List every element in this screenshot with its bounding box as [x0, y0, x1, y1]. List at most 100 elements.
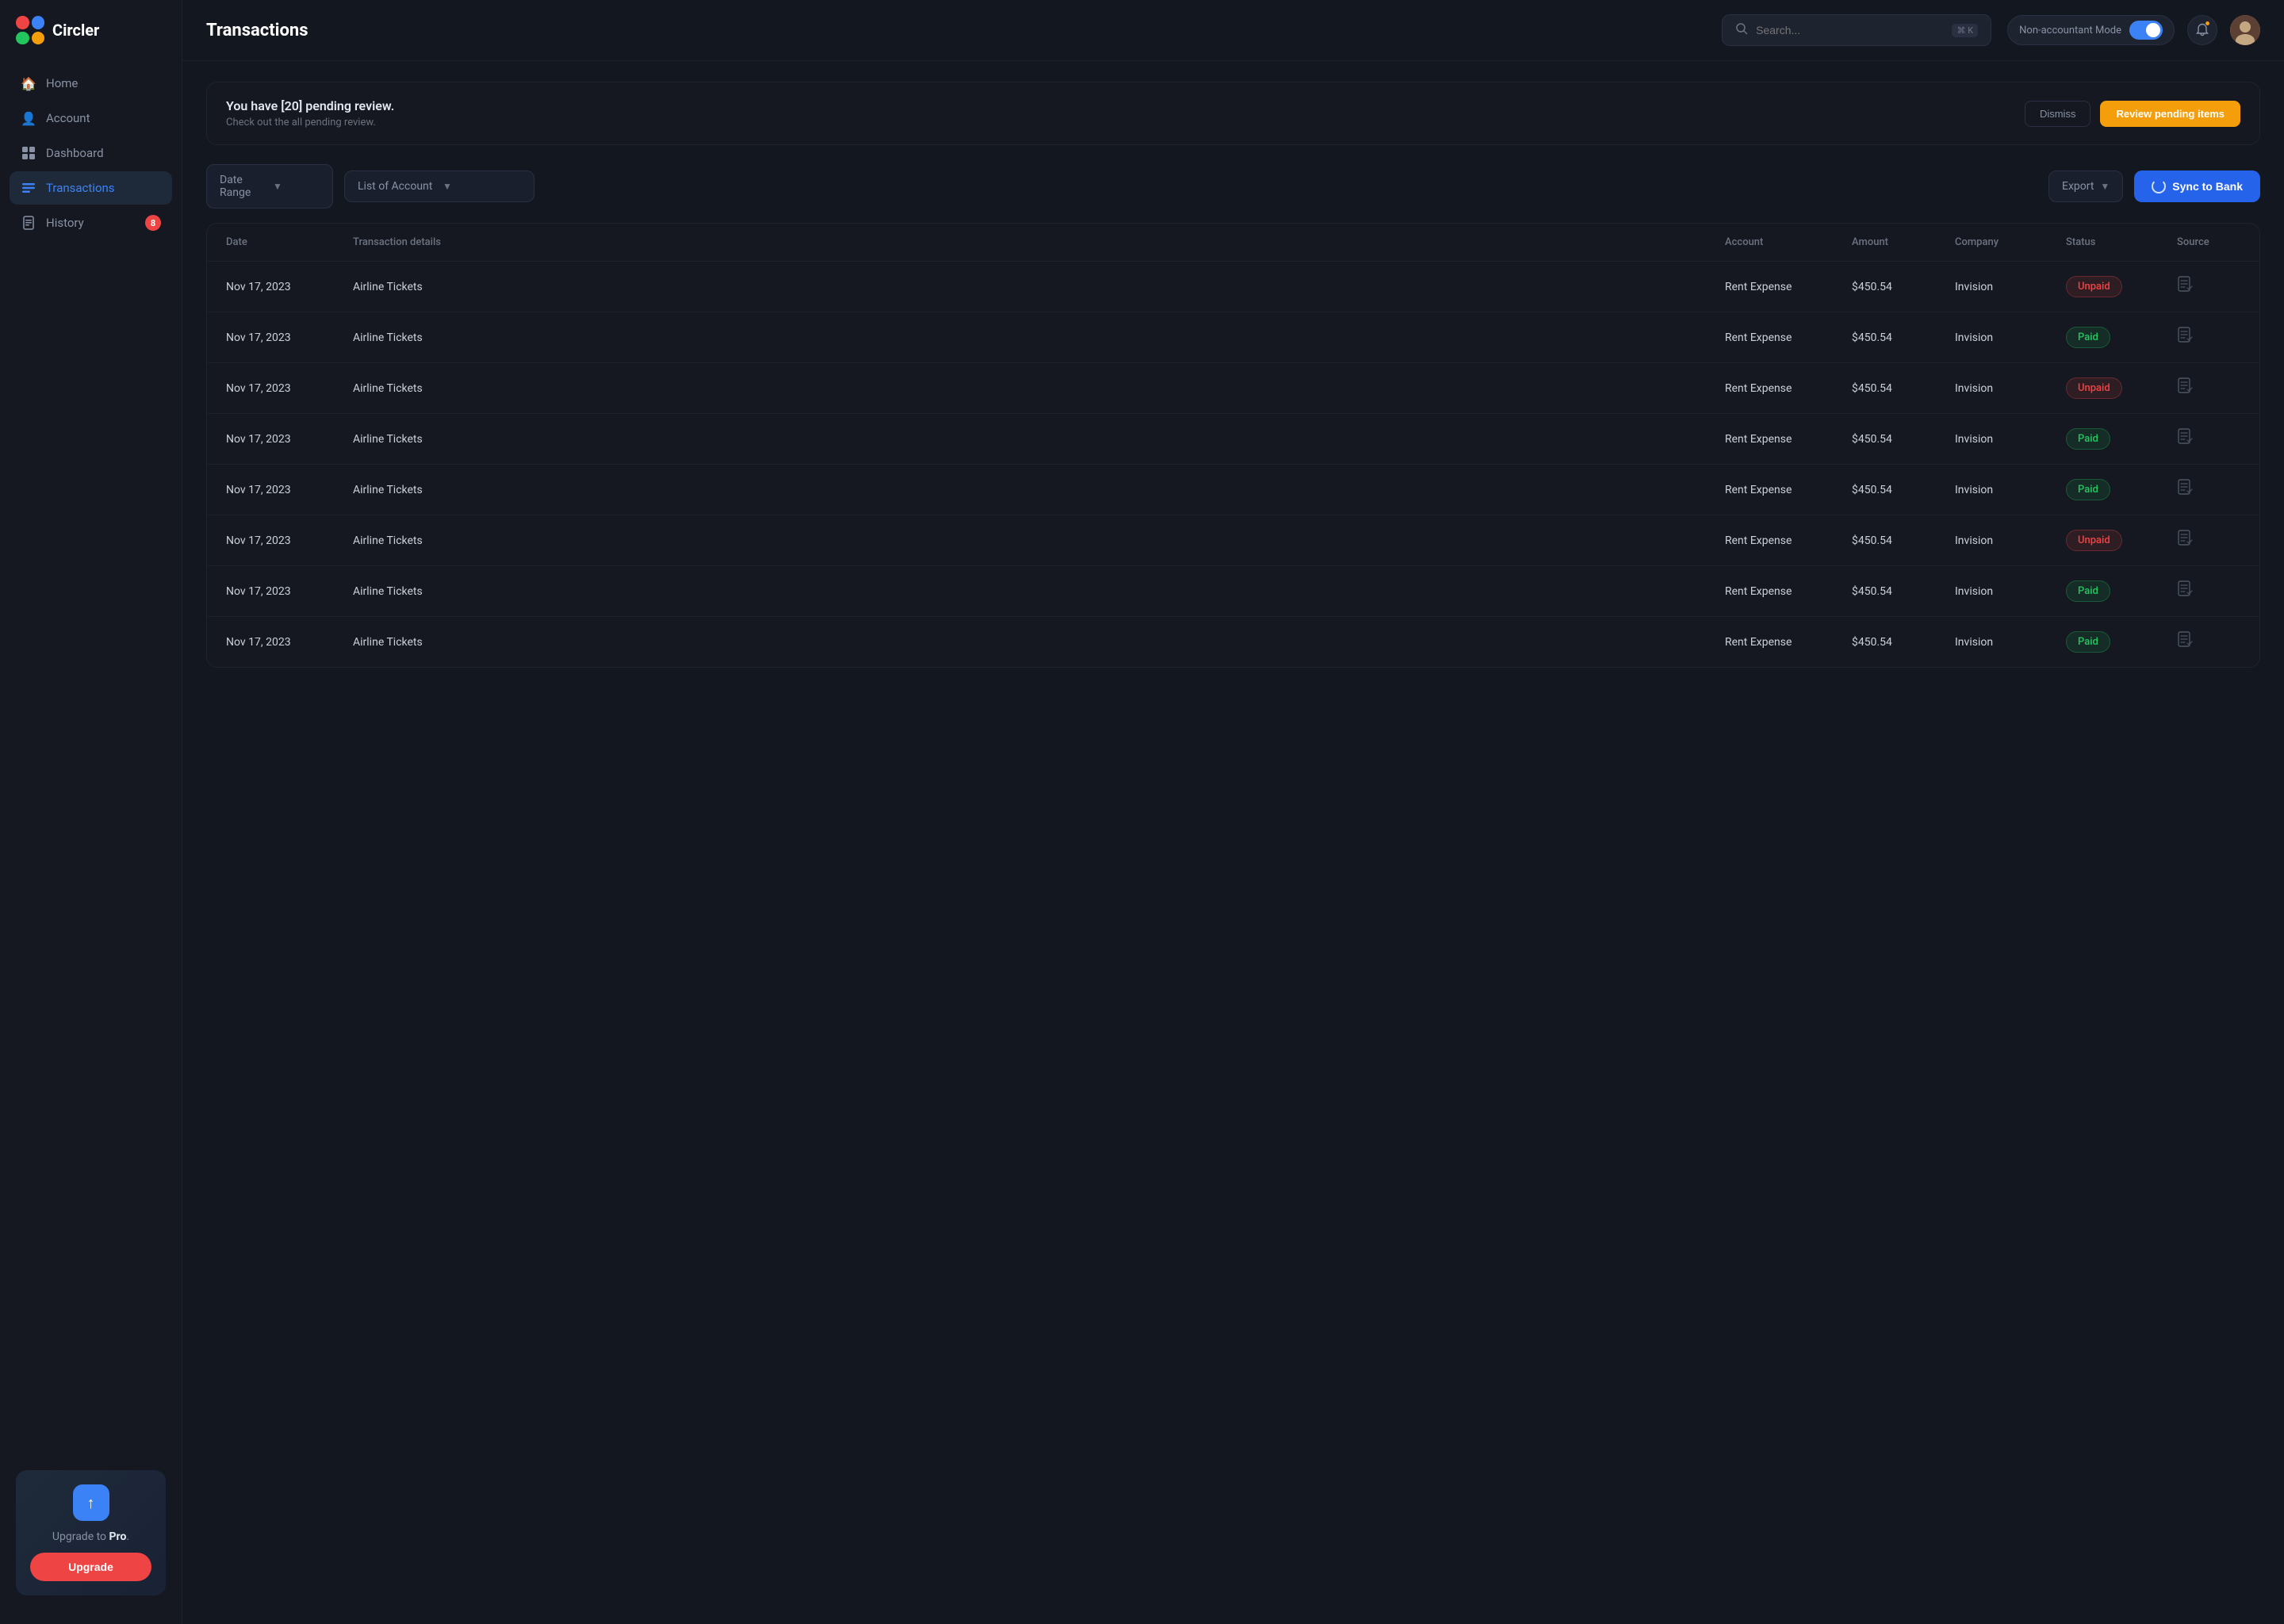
- upgrade-text-bold: Pro: [109, 1530, 127, 1543]
- doc-icon[interactable]: [2177, 276, 2240, 297]
- sidebar-item-transactions[interactable]: Transactions: [10, 171, 172, 205]
- dismiss-button[interactable]: Dismiss: [2025, 101, 2091, 127]
- list-account-filter[interactable]: List of Account ▼: [344, 170, 535, 202]
- cell-account: Rent Expense: [1725, 382, 1852, 395]
- logo: Circler: [0, 16, 182, 67]
- status-text: Paid: [2066, 631, 2110, 653]
- review-button[interactable]: Review pending items: [2100, 101, 2240, 127]
- cell-account: Rent Expense: [1725, 331, 1852, 344]
- cell-company: Invision: [1955, 585, 2066, 598]
- table-row[interactable]: Nov 17, 2023 Airline Tickets Rent Expens…: [207, 312, 2259, 363]
- sidebar-item-label: Transactions: [46, 181, 115, 195]
- status-text: Paid: [2066, 428, 2110, 450]
- cell-details: Airline Tickets: [353, 331, 1725, 344]
- avatar[interactable]: [2230, 15, 2260, 45]
- table-row[interactable]: Nov 17, 2023 Airline Tickets Rent Expens…: [207, 566, 2259, 617]
- cell-amount: $450.54: [1852, 534, 1955, 547]
- col-details: Transaction details: [353, 236, 1725, 248]
- sidebar: Circler 🏠 Home 👤 Account Dashboard: [0, 0, 182, 1624]
- status-text: Unpaid: [2066, 276, 2122, 297]
- sidebar-item-label: Account: [46, 111, 90, 125]
- upgrade-text: Upgrade to Pro.: [52, 1530, 129, 1543]
- cell-account: Rent Expense: [1725, 636, 1852, 649]
- sidebar-item-dashboard[interactable]: Dashboard: [10, 136, 172, 170]
- table-row[interactable]: Nov 17, 2023 Airline Tickets Rent Expens…: [207, 617, 2259, 667]
- toggle-label: Non-accountant Mode: [2019, 25, 2121, 36]
- doc-icon[interactable]: [2177, 428, 2240, 450]
- sync-icon: [2152, 179, 2166, 193]
- pending-title: You have [20] pending review.: [226, 98, 394, 113]
- cell-amount: $450.54: [1852, 636, 1955, 649]
- table-row[interactable]: Nov 17, 2023 Airline Tickets Rent Expens…: [207, 262, 2259, 312]
- table-row[interactable]: Nov 17, 2023 Airline Tickets Rent Expens…: [207, 515, 2259, 566]
- status-text: Unpaid: [2066, 530, 2122, 551]
- cell-date: Nov 17, 2023: [226, 433, 353, 446]
- cell-amount: $450.54: [1852, 382, 1955, 395]
- date-range-chevron: ▼: [273, 181, 320, 192]
- search-icon: [1735, 22, 1748, 38]
- doc-icon[interactable]: [2177, 377, 2240, 399]
- pending-subtitle: Check out the all pending review.: [226, 117, 394, 128]
- history-badge: 8: [145, 215, 161, 231]
- pending-actions: Dismiss Review pending items: [2025, 101, 2240, 127]
- status-text: Unpaid: [2066, 377, 2122, 399]
- doc-icon[interactable]: [2177, 327, 2240, 348]
- filters-row: Date Range ▼ List of Account ▼ Export ▼ …: [206, 164, 2260, 209]
- cell-company: Invision: [1955, 484, 2066, 496]
- upgrade-icon: ↑: [73, 1484, 109, 1521]
- search-input[interactable]: [1756, 24, 1944, 36]
- cell-account: Rent Expense: [1725, 484, 1852, 496]
- dashboard-icon: [21, 145, 36, 161]
- notification-bell[interactable]: [2187, 15, 2217, 45]
- cell-date: Nov 17, 2023: [226, 331, 353, 344]
- dot-green: [16, 32, 29, 45]
- search-bar[interactable]: ⌘ K: [1722, 14, 1991, 46]
- cell-details: Airline Tickets: [353, 281, 1725, 293]
- dot-yellow: [32, 32, 45, 45]
- pending-text: You have [20] pending review. Check out …: [226, 98, 394, 128]
- list-account-label: List of Account: [358, 180, 436, 193]
- sidebar-item-label: Dashboard: [46, 146, 104, 160]
- cell-details: Airline Tickets: [353, 534, 1725, 547]
- table-row[interactable]: Nov 17, 2023 Airline Tickets Rent Expens…: [207, 363, 2259, 414]
- doc-icon[interactable]: [2177, 631, 2240, 653]
- table-body: Nov 17, 2023 Airline Tickets Rent Expens…: [207, 262, 2259, 667]
- search-shortcut: ⌘ K: [1952, 24, 1978, 37]
- mode-toggle[interactable]: [2129, 21, 2163, 40]
- status-text: Paid: [2066, 580, 2110, 602]
- status-badge: Unpaid: [2066, 276, 2177, 297]
- page-title: Transactions: [206, 21, 308, 40]
- status-badge: Paid: [2066, 327, 2177, 348]
- pending-banner: You have [20] pending review. Check out …: [206, 82, 2260, 145]
- main-content: Transactions ⌘ K Non-accountant Mode: [182, 0, 2284, 1624]
- cell-date: Nov 17, 2023: [226, 636, 353, 649]
- status-badge: Unpaid: [2066, 377, 2177, 399]
- export-button[interactable]: Export ▼: [2048, 170, 2123, 202]
- sync-to-bank-button[interactable]: Sync to Bank: [2134, 170, 2260, 202]
- table-row[interactable]: Nov 17, 2023 Airline Tickets Rent Expens…: [207, 465, 2259, 515]
- table-row[interactable]: Nov 17, 2023 Airline Tickets Rent Expens…: [207, 414, 2259, 465]
- cell-company: Invision: [1955, 331, 2066, 344]
- doc-icon[interactable]: [2177, 580, 2240, 602]
- col-date: Date: [226, 236, 353, 248]
- header-right: Non-accountant Mode: [2007, 15, 2260, 45]
- date-range-filter[interactable]: Date Range ▼: [206, 164, 333, 209]
- sync-label: Sync to Bank: [2172, 180, 2243, 193]
- export-label: Export: [2062, 180, 2094, 193]
- upgrade-section: ↑ Upgrade to Pro. Upgrade: [0, 1457, 182, 1608]
- col-amount: Amount: [1852, 236, 1955, 248]
- cell-date: Nov 17, 2023: [226, 382, 353, 395]
- cell-amount: $450.54: [1852, 433, 1955, 446]
- table-header: Date Transaction details Account Amount …: [207, 224, 2259, 262]
- cell-details: Airline Tickets: [353, 484, 1725, 496]
- nav: 🏠 Home 👤 Account Dashboard: [0, 67, 182, 239]
- doc-icon[interactable]: [2177, 479, 2240, 500]
- logo-icon: [16, 16, 44, 44]
- sidebar-item-home[interactable]: 🏠 Home: [10, 67, 172, 100]
- status-text: Paid: [2066, 327, 2110, 348]
- sidebar-item-history[interactable]: History 8: [10, 206, 172, 239]
- sidebar-item-account[interactable]: 👤 Account: [10, 102, 172, 135]
- upgrade-button[interactable]: Upgrade: [30, 1553, 151, 1581]
- col-status: Status: [2066, 236, 2177, 248]
- doc-icon[interactable]: [2177, 530, 2240, 551]
